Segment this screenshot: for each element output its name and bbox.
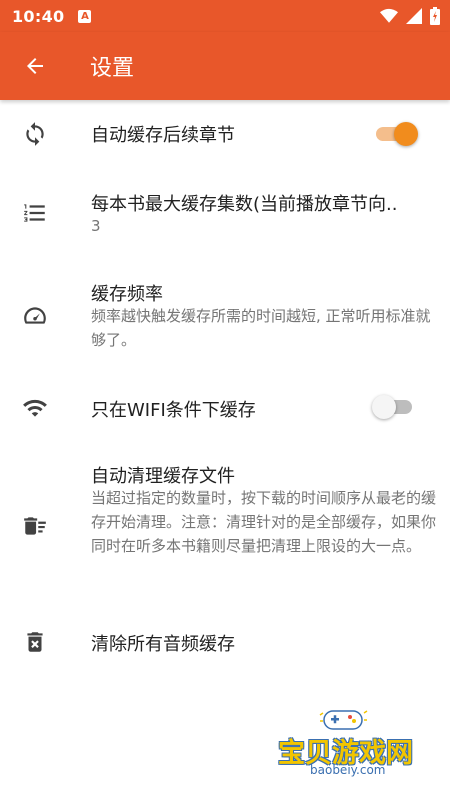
page-title: 设置 (90, 56, 135, 81)
switch-thumb (372, 395, 396, 419)
wifi-only-switch[interactable] (372, 394, 418, 420)
switch-thumb (394, 122, 418, 146)
setting-description: 当超过指定的数量时，按下载的时间顺序从最老的缓存开始清理。注意：清理针对的是全部… (91, 489, 437, 555)
setting-title: 自动清理缓存文件 (91, 466, 235, 487)
auto-cache-switch[interactable] (372, 121, 418, 147)
back-button[interactable] (0, 32, 70, 100)
game-controller-icon (319, 710, 368, 730)
app-bar: 设置 (0, 32, 450, 100)
setting-auto-cache[interactable]: 自动缓存后续章节 (0, 100, 450, 168)
delete-forever-icon (22, 629, 48, 655)
wifi-icon (22, 395, 48, 421)
wifi-status-icon (380, 8, 398, 23)
setting-auto-clean-cache[interactable]: 自动清理缓存文件 当超过指定的数量时，按下载的时间顺序从最老的缓存开始清理。注意… (0, 456, 450, 596)
notification-icon: A (78, 9, 92, 23)
setting-title: 缓存频率 (91, 284, 163, 305)
sync-icon (22, 121, 48, 147)
status-bar: 10:40 A (0, 0, 450, 32)
setting-title: 自动缓存后续章节 (91, 125, 235, 146)
numbered-list-icon (22, 200, 48, 226)
battery-icon (430, 7, 440, 25)
setting-description: 频率越快触发缓存所需的时间越短, 正常听用标准就够了。 (91, 307, 431, 349)
delete-sweep-icon (22, 513, 48, 539)
setting-title: 每本书最大缓存集数(当前播放章节向.. (91, 194, 398, 215)
site-watermark: 宝贝游戏网 baobeiy.com (270, 705, 430, 785)
setting-cache-frequency[interactable]: 缓存频率 频率越快触发缓存所需的时间越短, 正常听用标准就够了。 (0, 270, 450, 360)
setting-clear-audio-cache[interactable]: 清除所有音频缓存 (0, 608, 450, 676)
speedometer-icon (22, 302, 48, 328)
arrow-left-icon (27, 58, 43, 74)
setting-max-cache-count[interactable]: 每本书最大缓存集数(当前播放章节向.. 3 (0, 168, 450, 248)
status-time: 10:40 (12, 6, 65, 26)
signal-icon (406, 8, 422, 24)
watermark-url: baobeiy.com (310, 763, 386, 777)
setting-title: 清除所有音频缓存 (91, 634, 235, 655)
setting-wifi-only[interactable]: 只在WIFI条件下缓存 (0, 374, 450, 442)
setting-value: 3 (91, 217, 101, 235)
setting-title: 只在WIFI条件下缓存 (91, 400, 256, 421)
